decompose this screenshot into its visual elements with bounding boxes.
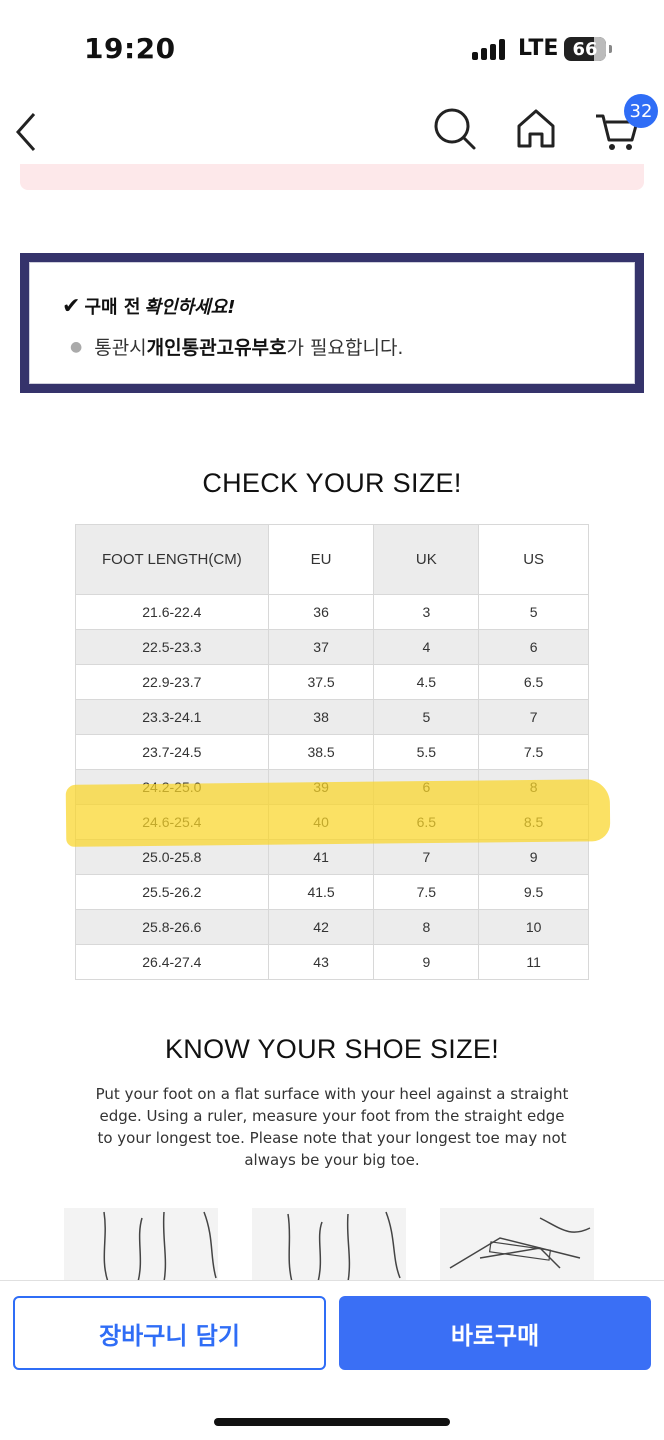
home-icon[interactable] (514, 104, 558, 152)
cell-us: 8.5 (478, 804, 589, 840)
cell-uk: 4 (373, 629, 480, 665)
cell-eu: 38 (267, 699, 375, 735)
cell-foot-length: 24.2-25.0 (75, 769, 269, 805)
cell-uk: 3 (373, 594, 480, 630)
table-header-row: FOOT LENGTH(CM) EU UK US (75, 524, 589, 595)
cell-uk: 4.5 (373, 664, 480, 700)
cell-us: 6.5 (478, 664, 589, 700)
cell-eu: 40 (267, 804, 375, 840)
cell-uk: 8 (373, 909, 480, 945)
network-type: LTE (518, 36, 559, 61)
checkmark-icon: ✔ (62, 293, 81, 319)
header-foot-length: FOOT LENGTH(CM) (75, 524, 269, 595)
size-chart-table: FOOT LENGTH(CM) EU UK US 21.6-22.4 36 3 5 22… (75, 524, 589, 980)
notice-body-prefix: 통관시 (94, 337, 147, 359)
header-us: US (478, 524, 589, 595)
cell-uk: 9 (373, 944, 480, 980)
notice-content: ✔ 구매 전 확인하세요! ● 통관시 개인통관고유부호 가 필요합니다. (29, 262, 635, 384)
bottom-action-bar: 장바구니 담기 바로구매 (0, 1280, 664, 1440)
table-row: 25.5-26.2 41.5 7.5 9.5 (75, 874, 589, 910)
notice-body: ● 통관시 개인통관고유부호 가 필요합니다. (70, 333, 403, 360)
foot-illustration-3 (440, 1208, 594, 1282)
cell-eu: 39 (267, 769, 375, 805)
cell-uk: 5 (373, 699, 480, 735)
table-row: 23.3-24.1 38 5 7 (75, 699, 589, 735)
add-to-cart-button[interactable]: 장바구니 담기 (13, 1296, 326, 1370)
notice-body-suffix: 가 필요합니다. (286, 337, 404, 359)
cell-eu: 37 (267, 629, 375, 665)
notice-title-emphasis: 확인하세요! (144, 297, 236, 318)
know-size-instructions: Put your foot on a flat surface with you… (95, 1085, 569, 1169)
table-row: 25.8-26.6 42 8 10 (75, 909, 589, 945)
notice-title-prefix: 구매 전 (84, 297, 141, 318)
cell-us: 5 (478, 594, 589, 630)
purchase-notice: ✔ 구매 전 확인하세요! ● 통관시 개인통관고유부호 가 필요합니다. (20, 253, 644, 393)
notice-body-bold: 개인통관고유부호 (146, 337, 287, 359)
top-nav: 32 (0, 94, 664, 162)
cell-foot-length: 26.4-27.4 (75, 944, 269, 980)
cell-foot-length: 25.5-26.2 (75, 874, 269, 910)
cell-foot-length: 23.3-24.1 (75, 699, 269, 735)
search-icon[interactable] (432, 104, 478, 152)
promo-strip (20, 164, 644, 190)
cell-us: 8 (478, 769, 589, 805)
table-row: 24.2-25.0 39 6 8 (75, 769, 589, 805)
table-row: 21.6-22.4 36 3 5 (75, 594, 589, 630)
table-row: 23.7-24.5 38.5 5.5 7.5 (75, 734, 589, 770)
battery-icon: 66 (564, 37, 612, 61)
cell-uk: 7 (373, 839, 480, 875)
cell-us: 10 (478, 909, 589, 945)
cell-us: 6 (478, 629, 589, 665)
bullet-icon: ● (70, 338, 83, 355)
size-chart-title: CHECK YOUR SIZE! (202, 468, 462, 498)
table-row: 22.9-23.7 37.5 4.5 6.5 (75, 664, 589, 700)
cell-us: 9.5 (478, 874, 589, 910)
cell-foot-length: 24.6-25.4 (75, 804, 269, 840)
header-uk: UK (373, 524, 480, 595)
cell-us: 7 (478, 699, 589, 735)
cell-eu: 36 (267, 594, 375, 630)
cell-eu: 38.5 (267, 734, 375, 770)
battery-level: 66 (572, 38, 598, 60)
header-eu: EU (267, 524, 375, 595)
cell-uk: 6 (373, 769, 480, 805)
cell-foot-length: 25.8-26.6 (75, 909, 269, 945)
cell-us: 9 (478, 839, 589, 875)
cart-count-badge: 32 (624, 94, 658, 128)
cell-uk: 6.5 (373, 804, 480, 840)
back-arrow-icon[interactable] (12, 106, 42, 156)
cell-eu: 42 (267, 909, 375, 945)
home-indicator[interactable] (214, 1418, 450, 1426)
table-row: 24.6-25.4 40 6.5 8.5 (75, 804, 589, 840)
know-size-title: KNOW YOUR SHOE SIZE! (164, 1034, 500, 1064)
foot-illustration-2 (252, 1208, 406, 1282)
signal-icon (472, 38, 505, 60)
cell-foot-length: 22.5-23.3 (75, 629, 269, 665)
status-time: 19:20 (84, 32, 176, 65)
table-row: 25.0-25.8 41 7 9 (75, 839, 589, 875)
cell-foot-length: 22.9-23.7 (75, 664, 269, 700)
cell-eu: 37.5 (267, 664, 375, 700)
notice-title: ✔ 구매 전 확인하세요! (62, 293, 235, 319)
cell-foot-length: 25.0-25.8 (75, 839, 269, 875)
status-bar: 19:20 LTE 66 (0, 0, 664, 100)
cell-us: 11 (478, 944, 589, 980)
foot-illustration-1 (64, 1208, 218, 1282)
cell-foot-length: 23.7-24.5 (75, 734, 269, 770)
cell-eu: 41 (267, 839, 375, 875)
cell-eu: 43 (267, 944, 375, 980)
cell-eu: 41.5 (267, 874, 375, 910)
cell-us: 7.5 (478, 734, 589, 770)
cell-uk: 5.5 (373, 734, 480, 770)
table-row: 22.5-23.3 37 4 6 (75, 629, 589, 665)
cell-foot-length: 21.6-22.4 (75, 594, 269, 630)
cell-uk: 7.5 (373, 874, 480, 910)
buy-now-button[interactable]: 바로구매 (339, 1296, 651, 1370)
table-row: 26.4-27.4 43 9 11 (75, 944, 589, 980)
